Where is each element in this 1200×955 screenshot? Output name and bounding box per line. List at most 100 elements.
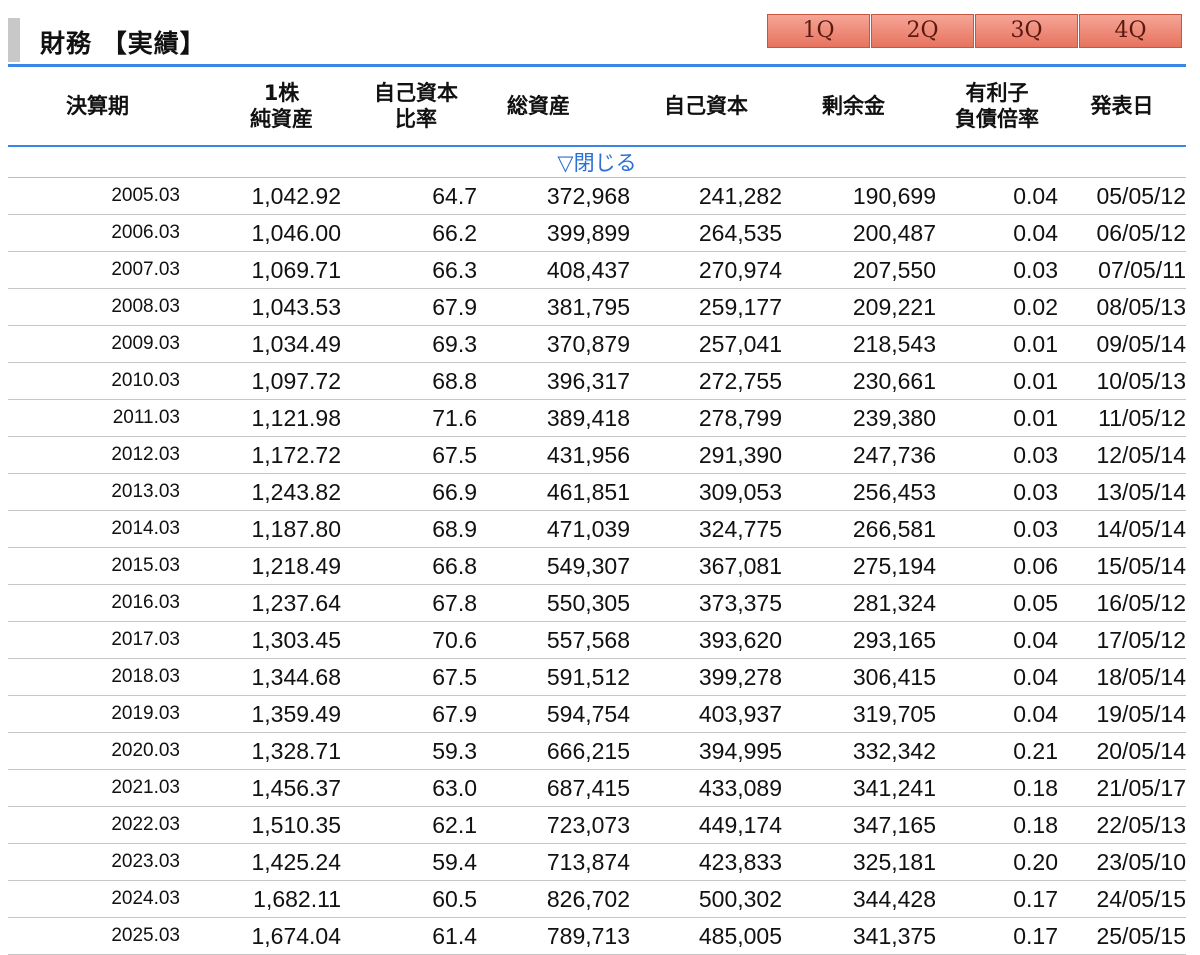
cell-equity-ratio: 70.6 — [355, 621, 477, 659]
cell-announce-date: 14/05/14 — [1058, 510, 1186, 548]
cell-de-ratio: 0.18 — [936, 806, 1058, 844]
cell-bps: 1,043.53 — [208, 288, 355, 326]
cell-announce-date: 24/05/15 — [1058, 880, 1186, 918]
cell-period: 2009.03 — [8, 325, 208, 363]
tab-3q[interactable]: 3Q — [975, 14, 1078, 48]
cell-announce-date: 10/05/13 — [1058, 362, 1186, 400]
cell-announce-date: 15/05/14 — [1058, 547, 1186, 585]
cell-total-assets: 408,437 — [477, 251, 630, 289]
cell-total-assets: 399,899 — [477, 214, 630, 252]
tab-2q[interactable]: 2Q — [871, 14, 974, 48]
cell-bps: 1,121.98 — [208, 399, 355, 437]
financial-results-table: 決算期 1株 純資産 自己資本 比率 総資産 自己資本 剰余金 有利子 負債倍率 発表日 ▽閉じる … — [8, 67, 1186, 955]
cell-de-ratio: 0.01 — [936, 325, 1058, 363]
cell-de-ratio: 0.20 — [936, 843, 1058, 881]
cell-bps: 1,510.35 — [208, 806, 355, 844]
cell-retained-earnings: 200,487 — [782, 214, 936, 252]
cell-bps: 1,456.37 — [208, 769, 355, 807]
cell-total-assets: 471,039 — [477, 510, 630, 548]
cell-retained-earnings: 190,699 — [782, 177, 936, 215]
cell-period: 2014.03 — [8, 510, 208, 548]
cell-period: 2016.03 — [8, 584, 208, 622]
cell-de-ratio: 0.17 — [936, 917, 1058, 955]
cell-equity: 423,833 — [630, 843, 782, 881]
cell-total-assets: 550,305 — [477, 584, 630, 622]
cell-equity: 241,282 — [630, 177, 782, 215]
cell-announce-date: 09/05/14 — [1058, 325, 1186, 363]
cell-announce-date: 17/05/12 — [1058, 621, 1186, 659]
header-label-line: 剰余金 — [822, 94, 885, 118]
cell-equity: 485,005 — [630, 917, 782, 955]
cell-equity-ratio: 66.8 — [355, 547, 477, 585]
cell-equity-ratio: 66.2 — [355, 214, 477, 252]
header-announce-date: 発表日 — [1058, 67, 1186, 147]
cell-period: 2008.03 — [8, 288, 208, 326]
tab-1q[interactable]: 1Q — [767, 14, 870, 48]
cell-period: 2010.03 — [8, 362, 208, 400]
cell-announce-date: 16/05/12 — [1058, 584, 1186, 622]
collapse-toggle-link[interactable]: ▽閉じる — [8, 146, 1186, 178]
table-header-row: 決算期 1株 純資産 自己資本 比率 総資産 自己資本 剰余金 有利子 負債倍率 発表日 — [8, 67, 1186, 147]
table-row: 2017.03 1,303.45 70.6 557,568 393,620 293,165… — [8, 621, 1186, 659]
cell-period: 2023.03 — [8, 843, 208, 881]
tab-4q[interactable]: 4Q — [1079, 14, 1182, 48]
cell-bps: 1,359.49 — [208, 695, 355, 733]
cell-period: 2007.03 — [8, 251, 208, 289]
cell-announce-date: 18/05/14 — [1058, 658, 1186, 696]
cell-equity: 373,375 — [630, 584, 782, 622]
cell-equity-ratio: 67.5 — [355, 436, 477, 474]
cell-retained-earnings: 218,543 — [782, 325, 936, 363]
header-label-line: 1株 — [263, 81, 300, 105]
cell-period: 2021.03 — [8, 769, 208, 807]
cell-bps: 1,172.72 — [208, 436, 355, 474]
cell-period: 2019.03 — [8, 695, 208, 733]
table-row: 2013.03 1,243.82 66.9 461,851 309,053 256,453… — [8, 473, 1186, 511]
cell-bps: 1,046.00 — [208, 214, 355, 252]
cell-announce-date: 13/05/14 — [1058, 473, 1186, 511]
header-de-ratio: 有利子 負債倍率 — [936, 67, 1058, 147]
cell-total-assets: 396,317 — [477, 362, 630, 400]
cell-equity: 309,053 — [630, 473, 782, 511]
header-period: 決算期 — [8, 67, 208, 147]
cell-period: 2013.03 — [8, 473, 208, 511]
cell-retained-earnings: 207,550 — [782, 251, 936, 289]
cell-retained-earnings: 347,165 — [782, 806, 936, 844]
cell-de-ratio: 0.01 — [936, 399, 1058, 437]
cell-equity-ratio: 59.4 — [355, 843, 477, 881]
cell-equity-ratio: 71.6 — [355, 399, 477, 437]
header-label-line: 自己資本 — [664, 94, 748, 118]
cell-equity-ratio: 69.3 — [355, 325, 477, 363]
cell-equity-ratio: 59.3 — [355, 732, 477, 770]
table-row: 2010.03 1,097.72 68.8 396,317 272,755 230,661… — [8, 362, 1186, 400]
cell-total-assets: 431,956 — [477, 436, 630, 474]
cell-de-ratio: 0.21 — [936, 732, 1058, 770]
cell-announce-date: 22/05/13 — [1058, 806, 1186, 844]
cell-period: 2020.03 — [8, 732, 208, 770]
cell-equity-ratio: 68.8 — [355, 362, 477, 400]
cell-de-ratio: 0.04 — [936, 214, 1058, 252]
table-row: 2024.03 1,682.11 60.5 826,702 500,302 344,428… — [8, 880, 1186, 918]
cell-de-ratio: 0.04 — [936, 177, 1058, 215]
cell-bps: 1,344.68 — [208, 658, 355, 696]
cell-bps: 1,682.11 — [208, 880, 355, 918]
table-row: 2014.03 1,187.80 68.9 471,039 324,775 266,581… — [8, 510, 1186, 548]
cell-equity: 291,390 — [630, 436, 782, 474]
cell-total-assets: 372,968 — [477, 177, 630, 215]
header-label-line: 有利子 — [965, 81, 1029, 105]
quarter-tabs: 1Q 2Q 3Q 4Q — [767, 14, 1182, 48]
header-total-assets: 総資産 — [477, 67, 630, 147]
cell-total-assets: 461,851 — [477, 473, 630, 511]
cell-period: 2018.03 — [8, 658, 208, 696]
table-row: 2009.03 1,034.49 69.3 370,879 257,041 218,543… — [8, 325, 1186, 363]
cell-period: 2025.03 — [8, 917, 208, 955]
cell-announce-date: 23/05/10 — [1058, 843, 1186, 881]
cell-equity: 272,755 — [630, 362, 782, 400]
table-row: 2015.03 1,218.49 66.8 549,307 367,081 275,194… — [8, 547, 1186, 585]
cell-retained-earnings: 266,581 — [782, 510, 936, 548]
cell-period: 2006.03 — [8, 214, 208, 252]
cell-equity: 399,278 — [630, 658, 782, 696]
table-row: 2016.03 1,237.64 67.8 550,305 373,375 281,324… — [8, 584, 1186, 622]
cell-announce-date: 19/05/14 — [1058, 695, 1186, 733]
header-label-line: 発表日 — [1090, 94, 1154, 118]
cell-equity: 257,041 — [630, 325, 782, 363]
